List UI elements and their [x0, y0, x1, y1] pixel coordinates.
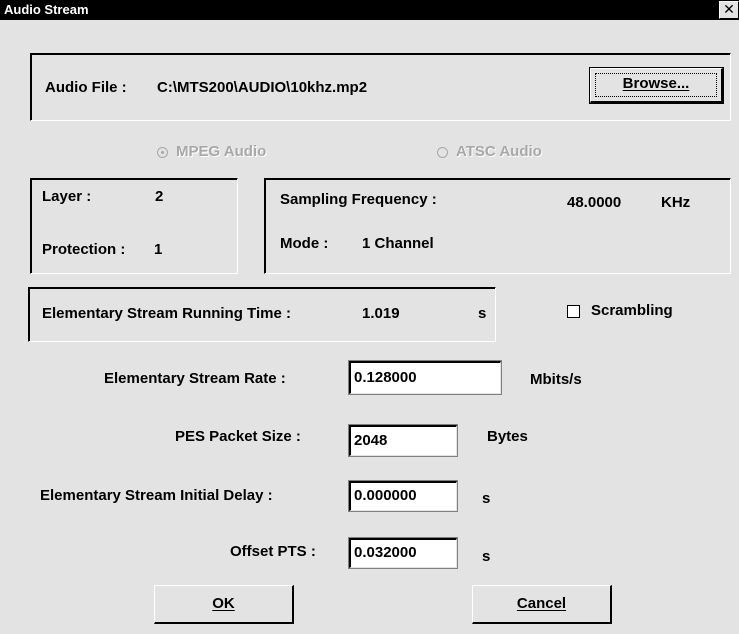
window-title: Audio Stream	[4, 2, 89, 17]
title-bar[interactable]: Audio Stream ✕	[0, 0, 739, 20]
protection-value: 1	[154, 241, 163, 258]
ok-button[interactable]: OK	[154, 585, 294, 624]
offset-pts-input[interactable]: 0.032000	[348, 537, 458, 569]
stream-rate-unit: Mbits/s	[530, 371, 582, 388]
pes-packet-size-label: PES Packet Size :	[175, 428, 301, 445]
sampling-frequency-label: Sampling Frequency :	[280, 191, 437, 208]
focus-rectangle	[595, 73, 717, 97]
initial-delay-unit: s	[482, 490, 491, 507]
sampling-frequency-unit: KHz	[661, 194, 691, 211]
initial-delay-label: Elementary Stream Initial Delay :	[40, 487, 273, 504]
scrambling-label[interactable]: Scrambling	[591, 302, 673, 319]
browse-button[interactable]: Browse...	[589, 67, 724, 104]
atsc-audio-label: ATSC Audio	[456, 143, 542, 160]
running-time-unit: s	[478, 305, 487, 322]
running-time-label: Elementary Stream Running Time :	[42, 305, 291, 322]
protection-label: Protection :	[42, 241, 126, 258]
stream-rate-input[interactable]: 0.128000	[348, 360, 502, 395]
sampling-frequency-value: 48.0000	[567, 194, 622, 211]
ok-button-label: OK	[212, 595, 235, 612]
audio-file-label: Audio File :	[45, 79, 127, 96]
cancel-button-label: Cancel	[516, 595, 567, 612]
close-icon[interactable]: ✕	[719, 1, 739, 19]
mode-label: Mode :	[280, 235, 329, 252]
layer-value: 2	[155, 188, 164, 205]
mode-value: 1 Channel	[362, 235, 434, 252]
mpeg-audio-radio[interactable]	[157, 147, 168, 158]
pes-packet-size-input[interactable]: 2048	[348, 424, 458, 457]
audio-stream-dialog: Audio Stream ✕ Audio File : C:\MTS200\AU…	[0, 0, 739, 634]
cancel-button[interactable]: Cancel	[472, 585, 612, 624]
audio-file-path: C:\MTS200\AUDIO\10khz.mp2	[157, 79, 368, 96]
stream-rate-label: Elementary Stream Rate :	[104, 370, 286, 387]
layer-label: Layer :	[42, 188, 92, 205]
scrambling-checkbox[interactable]	[567, 305, 580, 318]
mpeg-audio-label: MPEG Audio	[176, 143, 267, 160]
pes-packet-size-unit: Bytes	[487, 428, 528, 445]
initial-delay-input[interactable]: 0.000000	[348, 480, 458, 512]
offset-pts-unit: s	[482, 548, 491, 565]
atsc-audio-radio[interactable]	[437, 147, 448, 158]
running-time-value: 1.019	[362, 305, 400, 322]
offset-pts-label: Offset PTS :	[230, 543, 316, 560]
